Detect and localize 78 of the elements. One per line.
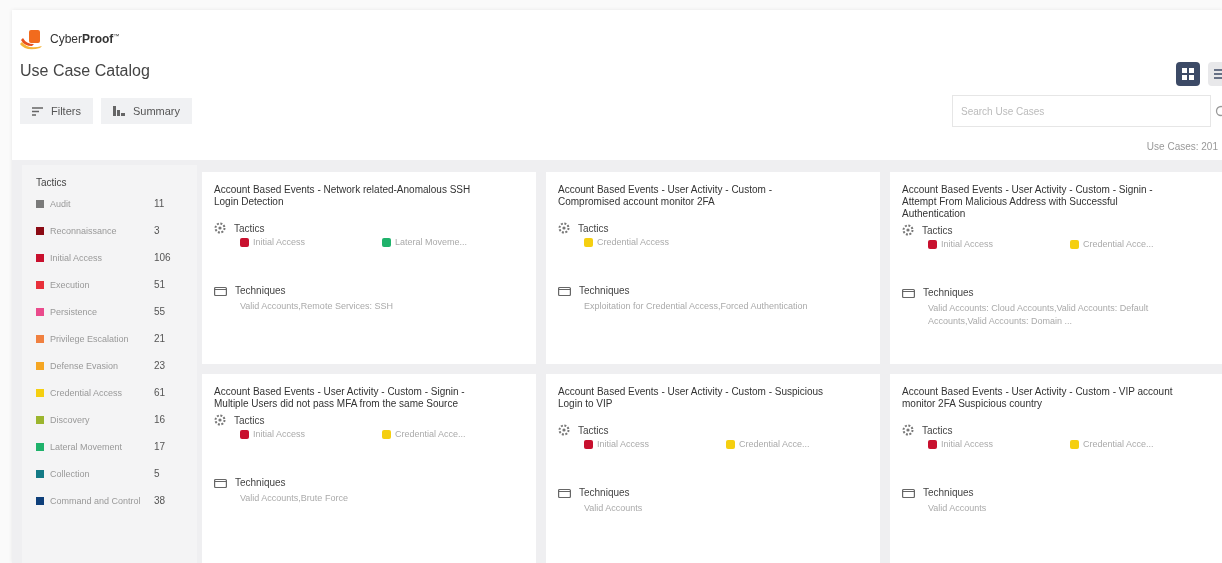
tactic-count: 21 <box>154 333 167 344</box>
techniques-text: Valid Accounts: Cloud Accounts,Valid Accounts: Default Accounts,Valid Accounts: Domain ... <box>927 302 1150 328</box>
sidebar-title: Tactics <box>36 177 68 188</box>
tactic-count: 106 <box>154 252 172 263</box>
use-case-card[interactable]: Account Based Events - User Activity - Custom - VIP account monitor 2FA Suspicious country Tactics Initial Access Credential Acce... Techniques Valid Accounts <box>890 374 1222 563</box>
tactic-count: 17 <box>154 441 167 452</box>
search-icon <box>1214 105 1222 117</box>
summary-button[interactable]: Summary <box>100 98 192 124</box>
folder-icon <box>902 287 915 298</box>
techniques-heading: Techniques <box>923 487 974 498</box>
techniques-text: Valid Accounts,Remote Services: SSH <box>239 300 394 313</box>
search-field[interactable]: Search Use Cases <box>952 95 1211 127</box>
folder-icon <box>558 487 571 498</box>
techniques-heading: Techniques <box>235 477 286 488</box>
gear-icon <box>214 414 226 426</box>
card-title[interactable]: Account Based Events - Network related-Anomalous SSH Login Detection <box>214 184 489 208</box>
tactic-tag: Lateral Moveme... <box>395 237 468 247</box>
grid-icon <box>1182 68 1194 80</box>
bar-chart-icon <box>112 106 125 116</box>
filters-button[interactable]: Filters <box>20 98 93 124</box>
grid-view-button[interactable] <box>1176 62 1200 86</box>
tactic-tag: Credential Access <box>597 237 670 247</box>
techniques-heading: Techniques <box>579 487 630 498</box>
tactics-heading: Tactics <box>234 222 265 234</box>
tactic-tag: Credential Acce... <box>1083 439 1154 449</box>
tactics-heading: Tactics <box>922 224 953 236</box>
techniques-heading: Techniques <box>579 285 630 296</box>
tactic-count: 16 <box>154 414 167 425</box>
techniques-heading: Techniques <box>235 285 286 296</box>
tactics-heading: Tactics <box>234 414 265 426</box>
tactic-tag: Initial Access <box>253 237 306 247</box>
card-title[interactable]: Account Based Events - User Activity - Custom - Signin - Multiple Users did not pass MFA from the same Source <box>214 386 489 410</box>
tactic-count: 51 <box>154 279 167 290</box>
use-case-card[interactable]: Account Based Events - User Activity - Custom - Signin - Multiple Users did not pass MFA from the same Source Tactics Initial Access Credential Acce... Techniques Valid Accounts,Brute Force <box>202 374 536 563</box>
logo-icon <box>20 28 44 50</box>
gear-icon <box>902 224 914 236</box>
tactic-tag: Initial Access <box>941 239 994 249</box>
tactic-tag: Credential Acce... <box>395 429 466 439</box>
use-case-card[interactable] <box>890 172 1222 364</box>
card-title[interactable]: Account Based Events - User Activity - Custom - Compromised account monitor 2FA <box>558 184 833 208</box>
tactic-tag: Initial Access <box>597 439 650 449</box>
gear-icon <box>214 222 226 234</box>
gear-icon <box>558 222 570 234</box>
card-title[interactable]: Account Based Events - User Activity - Custom - Suspicious Login to VIP <box>558 386 833 410</box>
tactic-tag: Credential Acce... <box>1083 239 1154 249</box>
tactic-count: 11 <box>154 198 166 209</box>
tactics-heading: Tactics <box>922 424 953 436</box>
tactics-heading: Tactics <box>578 424 609 436</box>
folder-icon <box>902 487 915 498</box>
use-case-card[interactable]: Account Based Events - User Activity - Custom - Compromised account monitor 2FA Tactics Credential Access Techniques Exploitation for Credential Access,Forced Authentication <box>546 172 880 364</box>
techniques-text: Exploitation for Credential Access,Forced Authentication <box>583 300 809 313</box>
techniques-text: Valid Accounts <box>583 502 644 515</box>
folder-icon <box>214 285 227 296</box>
techniques-text: Valid Accounts <box>927 502 988 515</box>
tactic-tag: Initial Access <box>253 429 306 439</box>
use-case-card[interactable]: Account Based Events - User Activity - Custom - Suspicious Login to VIP Tactics Initial Access Credential Acce... Techniques Valid Accounts <box>546 374 880 563</box>
techniques-heading: Techniques <box>923 287 974 298</box>
tactics-heading: Tactics <box>578 222 609 234</box>
tactic-count: 38 <box>154 495 167 506</box>
tactic-count: 3 <box>154 225 161 236</box>
tactic-count: 61 <box>154 387 167 398</box>
folder-icon <box>558 285 571 296</box>
tactic-count: 5 <box>154 468 161 479</box>
page-title: Use Case Catalog <box>20 62 151 80</box>
tactic-tag: Initial Access <box>941 439 994 449</box>
filter-icon <box>32 106 43 116</box>
card-title[interactable]: Account Based Events - User Activity - Custom - VIP account monitor 2FA Suspicious country <box>902 386 1177 410</box>
folder-icon <box>214 477 227 488</box>
tactic-count: 23 <box>154 360 167 371</box>
tactic-count: 55 <box>154 306 167 317</box>
result-count: Use Cases: 201 <box>1146 141 1218 152</box>
techniques-text: Valid Accounts,Brute Force <box>239 492 349 505</box>
gear-icon <box>902 424 914 436</box>
use-case-card[interactable]: Account Based Events - Network related-Anomalous SSH Login Detection Tactics Initial Access Lateral Moveme... Techniques Valid Accounts,Remote Services: SSH <box>202 172 536 364</box>
tactic-tag: Credential Acce... <box>739 439 810 449</box>
brand-name: CyberProof$^{™}$ <box>50 32 120 46</box>
card-title[interactable]: Account Based Events - User Activity - Custom - Signin - Attempt From Malicious Address with Successful Authentication <box>902 184 1177 220</box>
gear-icon <box>558 424 570 436</box>
